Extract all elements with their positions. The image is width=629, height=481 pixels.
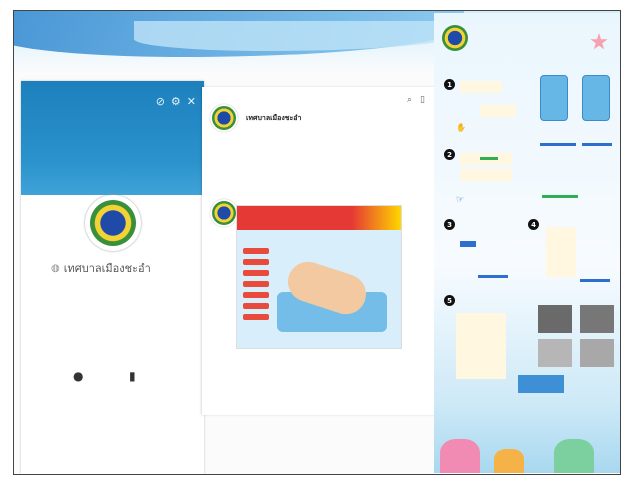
poster-body	[237, 230, 401, 348]
step-note	[460, 169, 512, 181]
step-number: 2	[444, 149, 455, 160]
poster-list-item	[243, 314, 269, 320]
chat-icon: ●	[73, 369, 84, 383]
step-number: 3	[444, 219, 455, 230]
step-screenshot	[538, 339, 572, 367]
step-note	[456, 313, 506, 379]
note-action-button[interactable]: ▮	[129, 369, 136, 387]
highlight-bar	[478, 275, 508, 278]
step-number: 5	[444, 295, 455, 306]
step-screenshot	[538, 305, 572, 333]
highlight-bar	[460, 241, 476, 247]
chat-avatar[interactable]	[210, 104, 238, 132]
notes-icon[interactable]: ▯	[420, 95, 425, 105]
step-note	[480, 105, 516, 117]
chat-action-button[interactable]: ●	[73, 369, 83, 387]
highlight-bar	[542, 195, 578, 198]
profile-name: เทศบาลเมืองชะอำ	[63, 262, 151, 275]
highlight-bar	[582, 143, 612, 146]
coral-decoration	[440, 439, 480, 473]
profile-avatar	[85, 195, 141, 251]
highlight-bar	[540, 143, 576, 146]
profile-panel: ⊘ ⚙ ✕ ◍ เทศบาลเมืองชะอำ ● ▮	[21, 81, 204, 474]
message-avatar	[210, 199, 238, 227]
instruction-infographic: 1 ✋ 2 ☞ 3 4 5	[434, 13, 620, 473]
note-icon: ▮	[129, 369, 136, 383]
pointer-hand-icon: ☞	[456, 195, 465, 205]
phone-screenshot	[582, 75, 610, 121]
window-controls: ⊘ ⚙ ✕	[156, 95, 196, 108]
poster-headline	[237, 206, 401, 230]
profile-name-row: ◍ เทศบาลเมืองชะอำ	[51, 259, 201, 277]
banner-wave-light	[134, 21, 464, 51]
screenshot-frame: ⊘ ⚙ ✕ ◍ เทศบาลเมืองชะอำ ● ▮ เทศบาลเมืองช…	[13, 10, 621, 475]
infographic-logo	[442, 25, 468, 51]
step-screenshot	[580, 305, 614, 333]
highlight-bar	[480, 157, 498, 160]
step-screenshot	[580, 339, 614, 367]
starfish-icon	[590, 33, 608, 50]
poster-list-item	[243, 303, 269, 309]
step-screenshot	[518, 375, 564, 393]
municipality-seal-icon	[442, 25, 468, 51]
step-number: 1	[444, 79, 455, 90]
chat-window: เทศบาลเมืองชะอำ ⌕ ▯ ⋮	[202, 87, 448, 415]
message-image-poster[interactable]	[236, 205, 402, 349]
coral-decoration	[554, 439, 594, 473]
coral-decoration	[494, 449, 524, 473]
phone-screenshot	[540, 75, 568, 121]
poster-list-item	[243, 292, 269, 298]
chat-title: เทศบาลเมืองชะอำ	[246, 113, 302, 122]
municipality-seal-icon	[90, 200, 136, 246]
highlight-bar	[580, 279, 610, 282]
settings-icon[interactable]: ⚙	[171, 95, 181, 108]
step-note	[460, 81, 502, 93]
close-icon[interactable]: ✕	[187, 95, 196, 108]
poster-list-item	[243, 248, 269, 254]
step-number: 4	[528, 219, 539, 230]
municipality-seal-icon	[212, 201, 236, 225]
poster-list	[243, 248, 269, 325]
profile-cover: ⊘ ⚙ ✕	[21, 81, 204, 195]
step-note	[546, 227, 576, 277]
poster-list-item	[243, 270, 269, 276]
hand-icon: ✋	[456, 123, 466, 132]
search-icon[interactable]: ⌕	[407, 95, 412, 105]
poster-list-item	[243, 281, 269, 287]
share-icon[interactable]: ⊘	[156, 95, 165, 108]
verified-badge-icon: ◍	[51, 262, 60, 274]
poster-list-item	[243, 259, 269, 265]
municipality-seal-icon	[212, 106, 236, 130]
chat-header: เทศบาลเมืองชะอำ	[210, 102, 448, 134]
